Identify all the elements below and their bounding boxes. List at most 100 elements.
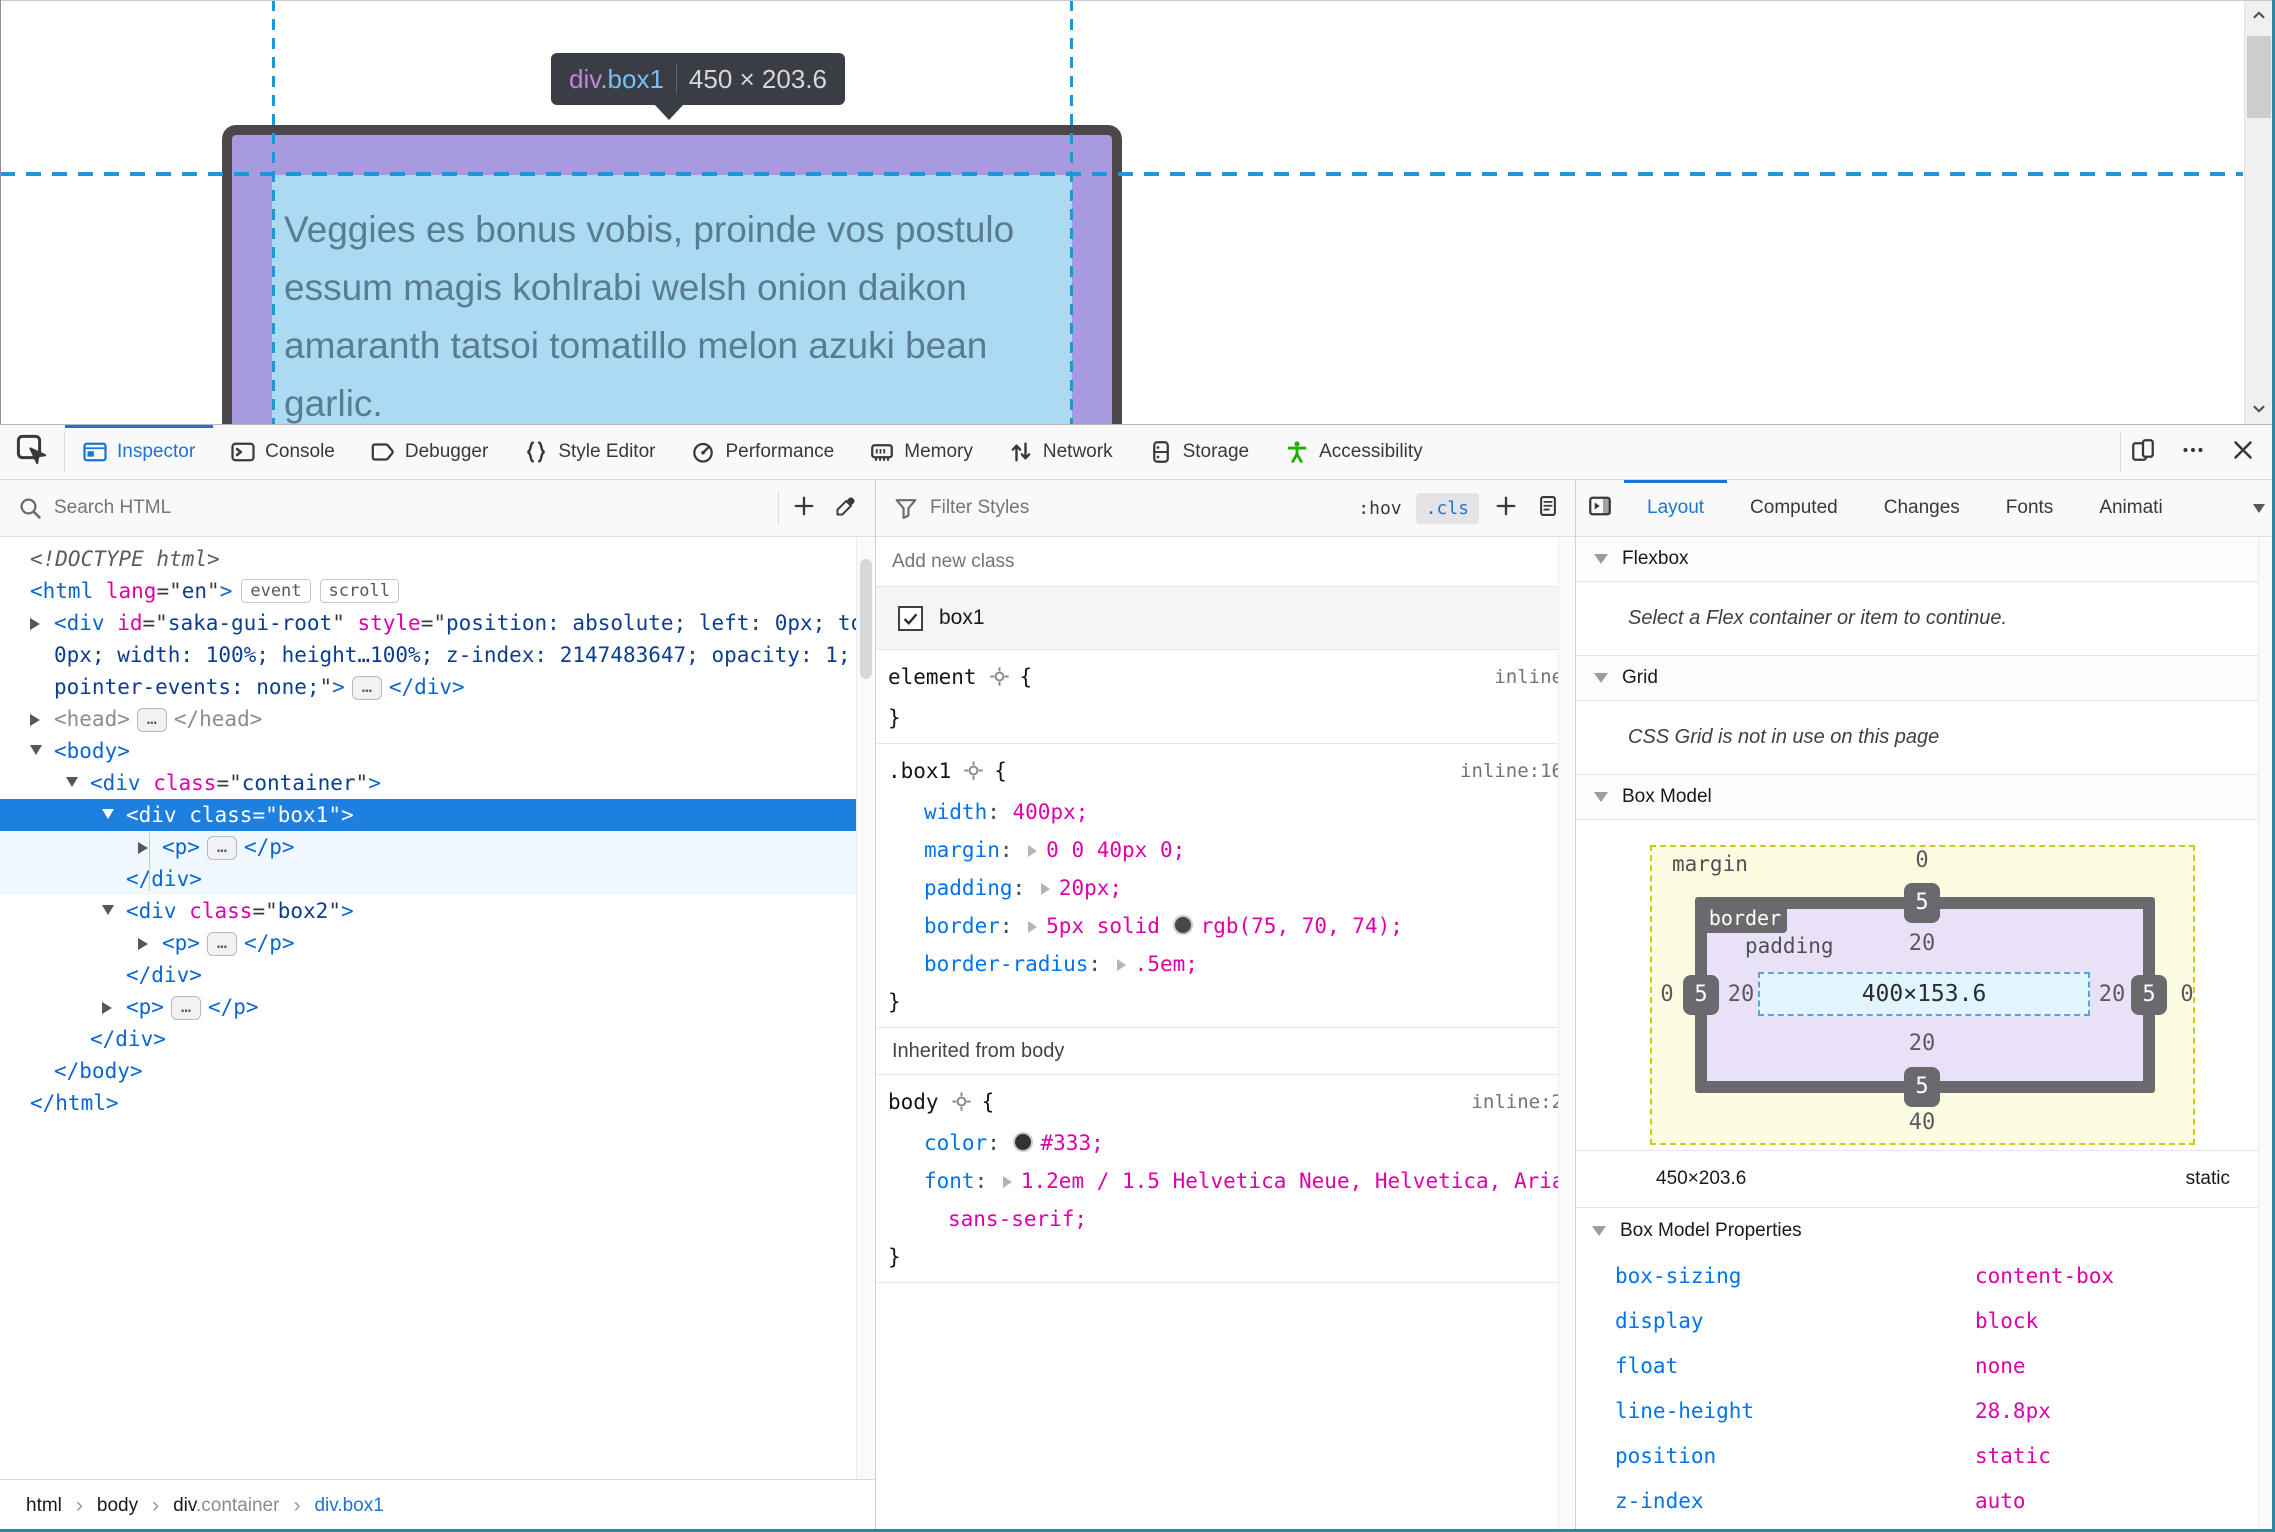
page-scrollbar-thumb[interactable] xyxy=(2247,36,2271,118)
search-input[interactable]: Search HTML xyxy=(54,497,171,519)
rule-source-link[interactable]: inline:2 xyxy=(1471,1083,1563,1121)
breadcrumb-item[interactable]: div.box1 xyxy=(314,1495,383,1517)
padding-bottom-value[interactable]: 20 xyxy=(1904,1031,1940,1056)
markup-row[interactable]: </html> xyxy=(0,1087,875,1119)
property-name[interactable]: box-sizing xyxy=(1576,1254,1975,1299)
tab-console[interactable]: Console xyxy=(213,425,353,479)
page-scrollbar[interactable] xyxy=(2244,0,2273,424)
box-model-content-box[interactable]: 400×153.6 xyxy=(1758,972,2090,1016)
expand-shorthand-icon[interactable] xyxy=(1040,883,1050,895)
markup-row[interactable]: <body> xyxy=(0,735,875,767)
markup-row[interactable]: <div id="saka-gui-root" style="position:… xyxy=(0,607,875,639)
expand-shorthand-icon[interactable] xyxy=(1028,845,1038,857)
breadcrumb-item[interactable]: html xyxy=(26,1495,62,1517)
margin-bottom-value[interactable]: 40 xyxy=(1904,1110,1940,1135)
scroll-down-icon[interactable] xyxy=(2245,394,2273,424)
collapse-arrow-icon[interactable] xyxy=(102,799,126,831)
markup-row[interactable]: <html lang="en"> event scroll xyxy=(0,575,875,607)
property-name[interactable]: float xyxy=(1576,1344,1975,1389)
markup-row[interactable]: 0px; width: 100%; height…100%; z-index: … xyxy=(0,639,875,671)
property-name[interactable]: display xyxy=(1576,1299,1975,1344)
breadcrumb-item[interactable]: body xyxy=(97,1495,138,1517)
expand-arrow-icon[interactable] xyxy=(138,927,162,959)
property-name[interactable]: position xyxy=(1576,1434,1975,1479)
rule-selector[interactable]: .box1 xyxy=(888,759,951,783)
markup-row[interactable]: <p>… </p> xyxy=(0,927,875,959)
border-bottom-value[interactable]: 5 xyxy=(1904,1067,1940,1107)
node-picker-button[interactable] xyxy=(0,425,64,479)
toggle-class-panel-button[interactable]: .cls xyxy=(1415,492,1479,524)
show-all-nodes-button[interactable]: … xyxy=(170,996,201,1020)
property-name[interactable]: z-index xyxy=(1576,1479,1975,1524)
rule-source-link[interactable]: inline:16 xyxy=(1460,752,1563,790)
markup-row[interactable]: </div> xyxy=(0,1023,875,1055)
event-badge[interactable]: event xyxy=(241,579,311,603)
breadcrumb-item[interactable]: div.container xyxy=(173,1495,279,1517)
collapse-arrow-icon[interactable] xyxy=(30,735,54,767)
rule-selector[interactable]: body xyxy=(888,1090,939,1114)
expand-shorthand-icon[interactable] xyxy=(1002,1176,1012,1188)
markup-row[interactable]: </div> xyxy=(0,863,875,895)
padding-right-value[interactable]: 20 xyxy=(2094,982,2130,1007)
tab-changes[interactable]: Changes xyxy=(1861,480,1983,536)
color-swatch[interactable] xyxy=(1012,1132,1033,1152)
scroll-up-icon[interactable] xyxy=(2245,0,2273,30)
highlight-selector-icon[interactable] xyxy=(951,1086,972,1124)
print-simulation-button[interactable] xyxy=(1527,488,1569,528)
tab-inspector[interactable]: Inspector xyxy=(65,425,213,479)
tab-performance[interactable]: Performance xyxy=(673,425,852,479)
highlight-selector-icon[interactable] xyxy=(989,661,1010,699)
page-viewport[interactable]: Veggies es bonus vobis, proinde vos post… xyxy=(0,0,2275,425)
show-all-nodes-button[interactable]: … xyxy=(136,708,167,732)
border-top-value[interactable]: 5 xyxy=(1904,883,1940,923)
add-rule-button[interactable] xyxy=(1485,488,1527,528)
section-grid[interactable]: Grid xyxy=(1576,656,2275,701)
margin-top-value[interactable]: 0 xyxy=(1904,848,1940,873)
css-declaration[interactable]: border-radius: .5em; xyxy=(876,945,1575,983)
css-declaration[interactable]: margin: 0 0 40px 0; xyxy=(876,831,1575,869)
markup-row[interactable]: <div class="box2"> xyxy=(0,895,875,927)
highlight-selector-icon[interactable] xyxy=(963,755,984,793)
markup-row[interactable]: </body> xyxy=(0,1055,875,1087)
css-declaration[interactable]: color: #333; xyxy=(876,1124,1575,1162)
rule-selector[interactable]: element xyxy=(888,665,977,689)
markup-row[interactable]: pointer-events: none;">… </div> xyxy=(0,671,875,703)
rule-source-link[interactable]: inline xyxy=(1494,658,1563,696)
collapse-arrow-icon[interactable] xyxy=(102,895,126,927)
markup-scrollbar-thumb[interactable] xyxy=(860,559,872,679)
css-declaration[interactable]: border: 5px solid rgb(75, 70, 74); xyxy=(876,907,1575,945)
tab-debugger[interactable]: Debugger xyxy=(353,425,506,479)
show-all-nodes-button[interactable]: … xyxy=(206,836,237,860)
padding-left-value[interactable]: 20 xyxy=(1723,982,1759,1007)
border-right-value[interactable]: 5 xyxy=(2131,975,2167,1015)
markup-row[interactable]: <div class="box1"> xyxy=(0,799,875,831)
tab-fonts[interactable]: Fonts xyxy=(1983,480,2077,536)
markup-row[interactable]: <!DOCTYPE html> xyxy=(0,543,875,575)
tabs-overflow-icon[interactable] xyxy=(2253,503,2265,513)
filter-styles-input[interactable]: Filter Styles xyxy=(930,497,1029,519)
rules-scrollbar[interactable] xyxy=(1558,537,1575,1532)
eyedropper-button[interactable] xyxy=(825,488,867,528)
css-declaration[interactable]: font: 1.2em / 1.5 Helvetica Neue, Helvet… xyxy=(876,1162,1575,1200)
expand-shorthand-icon[interactable] xyxy=(1116,959,1126,971)
tab-layout[interactable]: Layout xyxy=(1624,480,1727,536)
tab-animati[interactable]: Animati xyxy=(2076,480,2185,536)
border-left-value[interactable]: 5 xyxy=(1683,975,1719,1015)
tab-storage[interactable]: Storage xyxy=(1131,425,1268,479)
devtools-menu-button[interactable] xyxy=(2171,432,2215,472)
markup-row[interactable]: <p>… </p> xyxy=(0,991,875,1023)
tab-computed[interactable]: Computed xyxy=(1727,480,1861,536)
tab-network[interactable]: Network xyxy=(991,425,1131,479)
tab-accessibility[interactable]: Accessibility xyxy=(1267,425,1440,479)
markup-row[interactable]: </div> xyxy=(0,959,875,991)
markup-tree[interactable]: <!DOCTYPE html> <html lang="en"> event scro… xyxy=(0,537,875,1480)
expand-arrow-icon[interactable] xyxy=(30,703,54,735)
add-node-button[interactable] xyxy=(783,488,825,528)
section-box-model[interactable]: Box Model xyxy=(1576,775,2275,820)
show-all-nodes-button[interactable]: … xyxy=(206,932,237,956)
show-all-nodes-button[interactable]: … xyxy=(351,676,382,700)
tab-memory[interactable]: Memory xyxy=(852,425,991,479)
expand-arrow-icon[interactable] xyxy=(138,831,162,863)
tab-style-editor[interactable]: Style Editor xyxy=(506,425,673,479)
markup-row[interactable]: <p>… </p> xyxy=(0,831,875,863)
